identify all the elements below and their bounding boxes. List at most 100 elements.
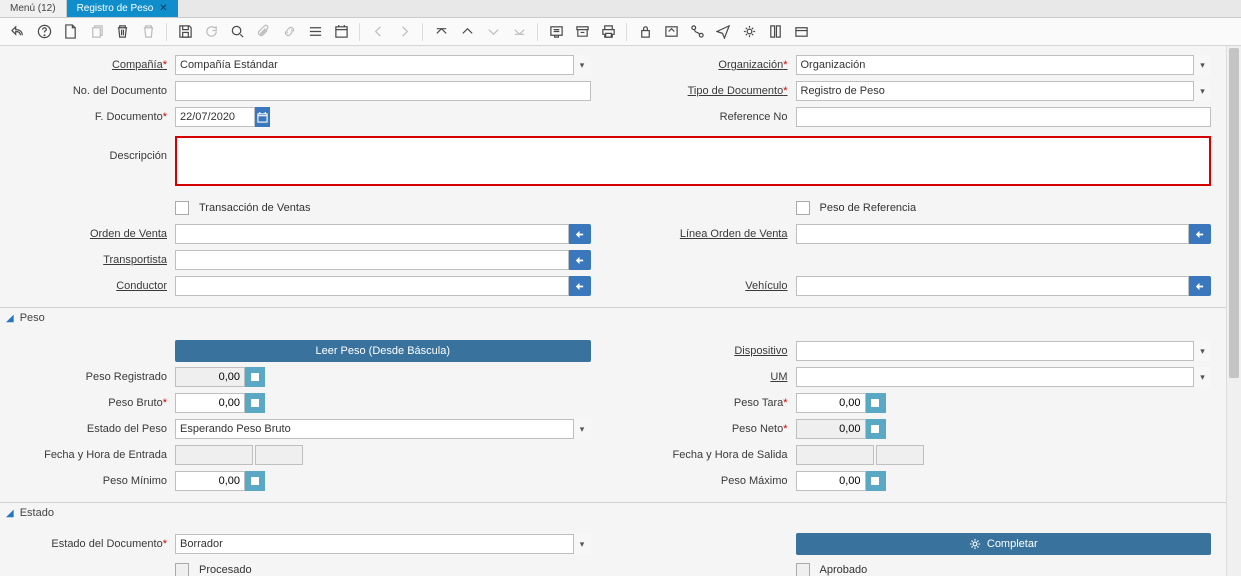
zoom-across-button[interactable] — [659, 21, 683, 43]
lock-button[interactable] — [633, 21, 657, 43]
pesomin-label: Peso Mínimo — [0, 475, 175, 487]
ordenventa-input[interactable] — [175, 224, 569, 244]
tab-menu[interactable]: Menú (12) — [0, 0, 67, 17]
save-button[interactable] — [173, 21, 197, 43]
link-button[interactable] — [277, 21, 301, 43]
refno-input[interactable] — [796, 107, 1212, 127]
info-button[interactable] — [763, 21, 787, 43]
lookup-icon[interactable] — [569, 276, 591, 296]
pesomin-input[interactable] — [175, 471, 245, 491]
calc-icon[interactable] — [866, 471, 886, 491]
collapse-icon: ◢ — [6, 313, 14, 324]
compania-label: Compañía* — [0, 59, 175, 71]
organizacion-select[interactable]: Organización — [796, 55, 1212, 75]
pesoreg-label: Peso Registrado — [0, 371, 175, 383]
grid-button[interactable] — [303, 21, 327, 43]
close-icon[interactable]: ✕ — [159, 3, 167, 14]
pesobruto-label: Peso Bruto* — [0, 397, 175, 409]
um-select[interactable] — [796, 367, 1212, 387]
pesoneto-label: Peso Neto* — [621, 423, 796, 435]
conductor-label: Conductor — [0, 280, 175, 292]
calendar-icon[interactable] — [255, 107, 270, 127]
pesotara-input[interactable] — [796, 393, 866, 413]
parent-top-button[interactable] — [429, 21, 453, 43]
estadopeso-select[interactable]: Esperando Peso Bruto — [175, 419, 591, 439]
calc-icon[interactable] — [866, 419, 886, 439]
send-button[interactable] — [711, 21, 735, 43]
estadodoc-select[interactable]: Borrador — [175, 534, 591, 554]
calc-icon[interactable] — [245, 393, 265, 413]
leer-peso-button[interactable]: Leer Peso (Desde Báscula) — [175, 340, 591, 362]
parent-button[interactable] — [455, 21, 479, 43]
detail-button[interactable] — [481, 21, 505, 43]
nodoc-input[interactable] — [175, 81, 591, 101]
refno-label: Reference No — [621, 111, 796, 123]
lineaorden-input[interactable] — [796, 224, 1190, 244]
aprobado-label: Aprobado — [820, 564, 868, 576]
pesomax-input[interactable] — [796, 471, 866, 491]
lookup-icon[interactable] — [1189, 276, 1211, 296]
copy-button[interactable] — [84, 21, 108, 43]
fhentrada-time[interactable] — [255, 445, 303, 465]
fdoc-input[interactable] — [175, 107, 255, 127]
tipodoc-select[interactable]: Registro de Peso — [796, 81, 1212, 101]
pesoreg-input[interactable] — [175, 367, 245, 387]
tab-active-label: Registro de Peso — [77, 3, 154, 14]
pesobruto-input[interactable] — [175, 393, 245, 413]
workflow-button[interactable] — [685, 21, 709, 43]
attach-button[interactable] — [251, 21, 275, 43]
delete2-button[interactable] — [136, 21, 160, 43]
new-button[interactable] — [58, 21, 82, 43]
fdoc-label: F. Documento* — [0, 111, 175, 123]
lookup-icon[interactable] — [569, 250, 591, 270]
dispositivo-select[interactable] — [796, 341, 1212, 361]
nav-last-button[interactable] — [392, 21, 416, 43]
section-peso[interactable]: ◢ Peso — [0, 307, 1241, 328]
calc-icon[interactable] — [245, 367, 265, 387]
refresh-button[interactable] — [199, 21, 223, 43]
fhsalida-time[interactable] — [876, 445, 924, 465]
scrollbar[interactable] — [1226, 46, 1241, 576]
pesoref-label: Peso de Referencia — [820, 202, 917, 214]
um-label: UM — [621, 371, 796, 383]
conductor-input[interactable] — [175, 276, 569, 296]
help-button[interactable] — [32, 21, 56, 43]
section-estado[interactable]: ◢ Estado — [0, 502, 1241, 523]
process-button[interactable] — [737, 21, 761, 43]
pesoref-checkbox[interactable] — [796, 201, 810, 215]
section-peso-label: Peso — [20, 312, 45, 324]
calc-icon[interactable] — [866, 393, 886, 413]
tab-registro-de-peso[interactable]: Registro de Peso ✕ — [67, 0, 178, 17]
pesotara-label: Peso Tara* — [621, 397, 796, 409]
dispositivo-label: Dispositivo — [621, 345, 796, 357]
fhentrada-date[interactable] — [175, 445, 253, 465]
pesoneto-input[interactable] — [796, 419, 866, 439]
transportista-input[interactable] — [175, 250, 569, 270]
archive-button[interactable] — [570, 21, 594, 43]
print-button[interactable] — [596, 21, 620, 43]
descripcion-textarea[interactable] — [175, 136, 1211, 186]
transventas-checkbox[interactable] — [175, 201, 189, 215]
form-area: Compañía* Compañía Estándar Organización… — [0, 46, 1241, 576]
search-button[interactable] — [225, 21, 249, 43]
procesado-checkbox — [175, 563, 189, 576]
undo-button[interactable] — [6, 21, 30, 43]
compania-select[interactable]: Compañía Estándar — [175, 55, 591, 75]
detail-bottom-button[interactable] — [507, 21, 531, 43]
completar-button[interactable]: Completar — [796, 533, 1212, 555]
lookup-icon[interactable] — [569, 224, 591, 244]
calc-icon[interactable] — [245, 471, 265, 491]
descripcion-label: Descripción — [0, 136, 175, 162]
scrollbar-thumb[interactable] — [1229, 48, 1239, 378]
ordenventa-label: Orden de Venta — [0, 228, 175, 240]
fhsalida-date[interactable] — [796, 445, 874, 465]
vehiculo-input[interactable] — [796, 276, 1190, 296]
report-button[interactable] — [544, 21, 568, 43]
calendar-button[interactable] — [329, 21, 353, 43]
delete-button[interactable] — [110, 21, 134, 43]
estadopeso-label: Estado del Peso — [0, 423, 175, 435]
lookup-icon[interactable] — [1189, 224, 1211, 244]
nav-first-button[interactable] — [366, 21, 390, 43]
lineaorden-label: Línea Orden de Venta — [621, 228, 796, 240]
customize-button[interactable] — [789, 21, 813, 43]
